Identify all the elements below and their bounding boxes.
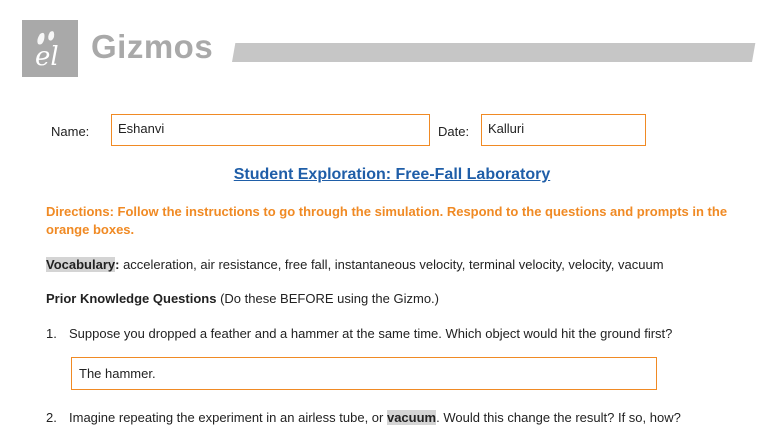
page-title: Student Exploration: Free-Fall Laborator… xyxy=(233,166,551,183)
date-value: Kalluri xyxy=(488,121,525,136)
prior-knowledge-line: Prior Knowledge Questions (Do these BEFO… xyxy=(46,291,439,306)
name-value: Eshanvi xyxy=(118,121,165,136)
question-2-text: Imagine repeating the experiment in an a… xyxy=(69,410,681,425)
date-field[interactable]: Kalluri xyxy=(481,114,646,146)
vocabulary-line: Vocabulary: acceleration, air resistance… xyxy=(46,257,664,272)
question-2-number: 2. xyxy=(46,410,57,425)
name-field[interactable]: Eshanvi xyxy=(111,114,430,146)
directions: Directions: Follow the instructions to g… xyxy=(46,204,728,237)
gizmos-logo: el xyxy=(22,20,78,77)
logo-letters: el xyxy=(35,42,59,72)
question-1-answer: The hammer. xyxy=(79,366,156,381)
name-label: Name: xyxy=(51,124,90,139)
question-1-answer-box[interactable]: The hammer. xyxy=(71,357,657,390)
question-1-text: Suppose you dropped a feather and a hamm… xyxy=(69,326,673,341)
question-2-text-before: Imagine repeating the experiment in an a… xyxy=(69,410,387,425)
brand-name: Gizmos xyxy=(91,28,214,65)
question-2-text-after: . Would this change the result? If so, h… xyxy=(436,410,681,425)
prior-knowledge-note: (Do these BEFORE using the Gizmo.) xyxy=(216,291,439,306)
vocabulary-terms: acceleration, air resistance, free fall,… xyxy=(119,257,664,272)
prior-knowledge-heading: Prior Knowledge Questions xyxy=(46,291,217,306)
question-2-highlight: vacuum xyxy=(386,410,437,425)
header-bar xyxy=(232,43,756,62)
date-label: Date: xyxy=(438,124,470,139)
question-1-number: 1. xyxy=(46,326,57,341)
vocabulary-label: Vocabulary xyxy=(46,257,116,272)
